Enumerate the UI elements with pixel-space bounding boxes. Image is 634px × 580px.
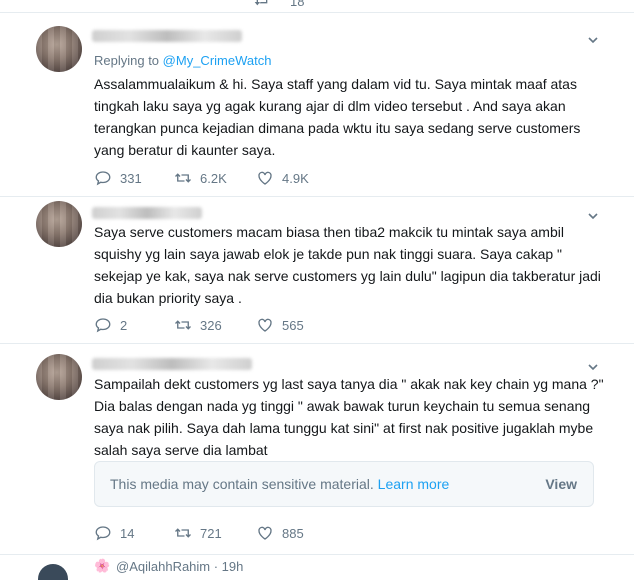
retweet-button[interactable]: 326 <box>174 316 222 334</box>
retweet-count: 326 <box>200 317 222 333</box>
retweet-count: 721 <box>200 525 222 541</box>
avatar[interactable] <box>36 201 82 247</box>
previous-tweet-actions: 18 <box>0 0 634 13</box>
avatar[interactable] <box>36 26 82 72</box>
sensitive-message: This media may contain sensitive materia… <box>110 476 449 492</box>
reply-count: 14 <box>120 525 135 541</box>
like-count: 18 <box>290 0 305 9</box>
reply-icon <box>95 526 111 541</box>
tweet-3[interactable]: Sampailah dekt customers yg last saya ta… <box>0 344 634 555</box>
blurred-username <box>92 207 202 219</box>
chevron-down-icon[interactable] <box>586 33 600 47</box>
replying-handle-link[interactable]: @My_CrimeWatch <box>163 53 272 68</box>
tweet-text: Saya serve customers macam biasa then ti… <box>94 224 601 306</box>
blurred-username <box>92 30 242 42</box>
like-count: 885 <box>282 525 304 541</box>
sensitive-text: This media may contain sensitive materia… <box>110 476 374 492</box>
chevron-down-icon[interactable] <box>586 360 600 374</box>
retweet-icon[interactable] <box>254 0 270 9</box>
tweet-text: Assalammualaikum & hi. Saya staff yang d… <box>94 76 581 158</box>
blurred-username <box>92 358 252 370</box>
like-count: 565 <box>282 317 304 333</box>
next-tweet[interactable]: 🌸 @AqilahhRahim · 19h <box>0 554 634 580</box>
view-button[interactable]: View <box>545 476 577 492</box>
sensitive-media-notice: This media may contain sensitive materia… <box>94 461 594 507</box>
retweet-count: 6.2K <box>200 170 227 186</box>
reply-button[interactable]: 331 <box>94 169 142 187</box>
like-button[interactable]: 565 <box>256 316 304 334</box>
reply-count: 331 <box>120 170 142 186</box>
replying-prefix: Replying to <box>94 53 160 68</box>
heart-icon <box>258 526 272 540</box>
retweet-icon <box>175 528 191 538</box>
replying-to: Replying to @My_CrimeWatch <box>94 53 271 68</box>
like-count: 4.9K <box>282 170 309 186</box>
like-button[interactable]: 885 <box>256 524 304 542</box>
tweet-2[interactable]: Saya serve customers macam biasa then ti… <box>0 197 634 344</box>
avatar[interactable] <box>38 564 68 580</box>
like-button[interactable]: 4.9K <box>256 169 309 187</box>
heart-icon <box>258 171 272 185</box>
retweet-button[interactable]: 721 <box>174 524 222 542</box>
avatar[interactable] <box>36 354 82 400</box>
tweet-text: Sampailah dekt customers yg last saya ta… <box>94 376 604 458</box>
heart-icon <box>258 318 272 332</box>
learn-more-link[interactable]: Learn more <box>378 476 450 492</box>
reply-icon <box>95 171 111 186</box>
reply-button[interactable]: 2 <box>94 316 127 334</box>
tweet-1[interactable]: Replying to @My_CrimeWatch Assalammualai… <box>0 13 634 197</box>
retweet-icon <box>175 320 191 330</box>
tweet-handle[interactable]: @AqilahhRahim · 19h <box>116 559 243 574</box>
retweet-button[interactable]: 6.2K <box>174 169 227 187</box>
reply-icon <box>95 318 111 333</box>
flower-icon: 🌸 <box>94 558 111 573</box>
retweet-icon <box>175 173 191 183</box>
reply-button[interactable]: 14 <box>94 524 134 542</box>
reply-count: 2 <box>120 317 128 333</box>
